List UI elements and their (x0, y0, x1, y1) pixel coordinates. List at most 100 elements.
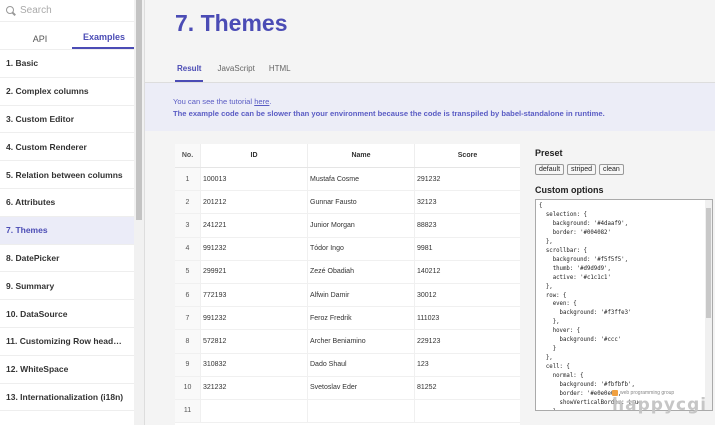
cell-id[interactable]: 299921 (201, 260, 308, 283)
table-row: 1 100013 Mustafa Cosme 291232 (175, 168, 520, 192)
editor-scrollbar-thumb[interactable] (706, 208, 711, 318)
table-row: 11 (175, 399, 520, 424)
cell-id[interactable]: 772193 (201, 283, 308, 307)
cell-score[interactable]: 9981 (415, 238, 520, 260)
cell-score[interactable]: 123 (415, 354, 520, 376)
custom-options-title: Custom options (535, 185, 604, 195)
sidebar: API Examples 1. Basic 2. Complex columns… (0, 0, 145, 425)
watermark-main: happycgi (612, 395, 708, 415)
header-score[interactable]: Score (415, 144, 520, 167)
custom-options-editor[interactable]: { selection: { background: '#4daaf9', bo… (535, 199, 713, 411)
page-title: 7. Themes (175, 10, 288, 36)
cell-id[interactable]: 572812 (201, 330, 308, 353)
sidebar-item-basic[interactable]: 1. Basic (0, 50, 144, 78)
sidebar-item-relation-between-columns[interactable]: 5. Relation between columns (0, 161, 144, 189)
preset-clean-button[interactable]: clean (599, 164, 624, 175)
cell-no[interactable]: 4 (175, 237, 201, 260)
cell-no[interactable]: 3 (175, 214, 201, 237)
sidebar-tab-examples[interactable]: Examples (72, 32, 136, 49)
preset-striped-button[interactable]: striped (567, 164, 597, 175)
search-bar (0, 0, 144, 22)
cell-no[interactable]: 11 (175, 399, 201, 423)
notice-banner: You can see the tutorial here. The examp… (145, 83, 715, 131)
cell-score[interactable]: 140212 (415, 261, 520, 283)
cell-no[interactable]: 10 (175, 376, 201, 399)
cell-name[interactable]: Tódor Ingo (308, 237, 415, 260)
preset-buttons: default striped clean (535, 164, 624, 175)
table-row: 4 991232 Tódor Ingo 9981 (175, 237, 520, 261)
sidebar-item-custom-editor[interactable]: 3. Custom Editor (0, 106, 144, 134)
sidebar-item-themes[interactable]: 7. Themes (0, 216, 144, 245)
cell-score[interactable] (415, 400, 520, 422)
preset-default-button[interactable]: default (535, 164, 565, 175)
cell-id[interactable]: 241221 (201, 214, 308, 237)
cell-name[interactable]: Alfwin Damir (308, 283, 415, 307)
example-tabs: Result JavaScript HTML (175, 58, 291, 82)
cell-no[interactable]: 6 (175, 283, 201, 307)
cell-no[interactable]: 9 (175, 353, 201, 376)
cell-score[interactable]: 30012 (415, 284, 520, 306)
table-row: 5 299921 Zezé Obadiah 140212 (175, 260, 520, 284)
cell-id[interactable] (201, 399, 308, 423)
cell-score[interactable]: 229123 (415, 330, 520, 352)
cell-name[interactable]: Archer Beniamino (308, 330, 415, 353)
sidebar-item-complex-columns[interactable]: 2. Complex columns (0, 78, 144, 106)
cell-name[interactable]: Zezé Obadiah (308, 260, 415, 283)
sidebar-item-whitespace[interactable]: 12. WhiteSpace (0, 356, 144, 384)
cell-name[interactable]: Gunnar Fausto (308, 191, 415, 214)
table-row: 2 201212 Gunnar Fausto 32123 (175, 191, 520, 215)
watermark-logo: web programming group happycgi (612, 390, 712, 422)
header-name[interactable]: Name (308, 144, 415, 167)
table-row: 3 241221 Junior Morgan 88823 (175, 214, 520, 238)
tutorial-note-suffix: . (269, 97, 272, 106)
sidebar-item-datepicker[interactable]: 8. DatePicker (0, 245, 144, 273)
grid-header: No. ID Name Score (175, 144, 520, 168)
sidebar-item-custom-renderer[interactable]: 4. Custom Renderer (0, 133, 144, 162)
search-input[interactable] (20, 5, 130, 16)
cell-id[interactable]: 991232 (201, 307, 308, 330)
cell-score[interactable]: 111023 (415, 307, 520, 329)
header-id[interactable]: ID (201, 144, 308, 167)
sidebar-item-summary[interactable]: 9. Summary (0, 272, 144, 301)
main-content: 7. Themes Result JavaScript HTML You can… (145, 0, 715, 425)
sidebar-item-i18n[interactable]: 13. Internationalization (i18n) (0, 384, 144, 412)
cell-score[interactable]: 291232 (415, 168, 520, 190)
cell-no[interactable]: 1 (175, 168, 201, 191)
search-icon (6, 5, 16, 16)
cell-no[interactable]: 8 (175, 330, 201, 353)
cell-score[interactable]: 88823 (415, 214, 520, 236)
cell-no[interactable]: 5 (175, 260, 201, 283)
cell-score[interactable]: 81252 (415, 377, 520, 399)
cell-name[interactable]: Feroz Fredrik (308, 307, 415, 330)
cell-id[interactable]: 310832 (201, 353, 308, 376)
sidebar-item-customizing-row-header[interactable]: 11. Customizing Row head… (0, 328, 144, 356)
cell-id[interactable]: 201212 (201, 191, 308, 214)
tab-html[interactable]: HTML (269, 58, 291, 82)
cell-name[interactable]: Svetoslav Eder (308, 376, 415, 399)
table-row: 10 321232 Svetoslav Eder 81252 (175, 376, 520, 400)
cell-id[interactable]: 321232 (201, 376, 308, 399)
tab-result[interactable]: Result (175, 58, 204, 82)
cell-score[interactable]: 32123 (415, 191, 520, 213)
cell-name[interactable]: Junior Morgan (308, 214, 415, 237)
cell-name[interactable]: Dado Shaul (308, 353, 415, 376)
data-grid: No. ID Name Score 1 100013 Mustafa Cosme 29… (175, 144, 520, 425)
transpile-warning: The example code can be slower than your… (173, 108, 605, 118)
sidebar-tab-api[interactable]: API (8, 34, 72, 49)
cell-id[interactable]: 991232 (201, 237, 308, 260)
table-row: 8 572812 Archer Beniamino 229123 (175, 330, 520, 354)
tab-javascript[interactable]: JavaScript (217, 58, 254, 82)
preset-title: Preset (535, 148, 563, 158)
tutorial-link[interactable]: here (254, 97, 269, 106)
header-no[interactable]: No. (175, 144, 201, 167)
cell-name[interactable]: Mustafa Cosme (308, 168, 415, 191)
cell-name[interactable] (308, 399, 415, 423)
sidebar-item-datasource[interactable]: 10. DataSource (0, 300, 144, 328)
cell-no[interactable]: 7 (175, 307, 201, 330)
cell-id[interactable]: 100013 (201, 168, 308, 191)
sidebar-item-attributes[interactable]: 6. Attributes (0, 189, 144, 217)
custom-options-code[interactable]: { selection: { background: '#4daaf9', bo… (536, 200, 712, 410)
cell-no[interactable]: 2 (175, 191, 201, 214)
sidebar-scrollbar-thumb[interactable] (136, 0, 142, 220)
table-row: 9 310832 Dado Shaul 123 (175, 353, 520, 377)
